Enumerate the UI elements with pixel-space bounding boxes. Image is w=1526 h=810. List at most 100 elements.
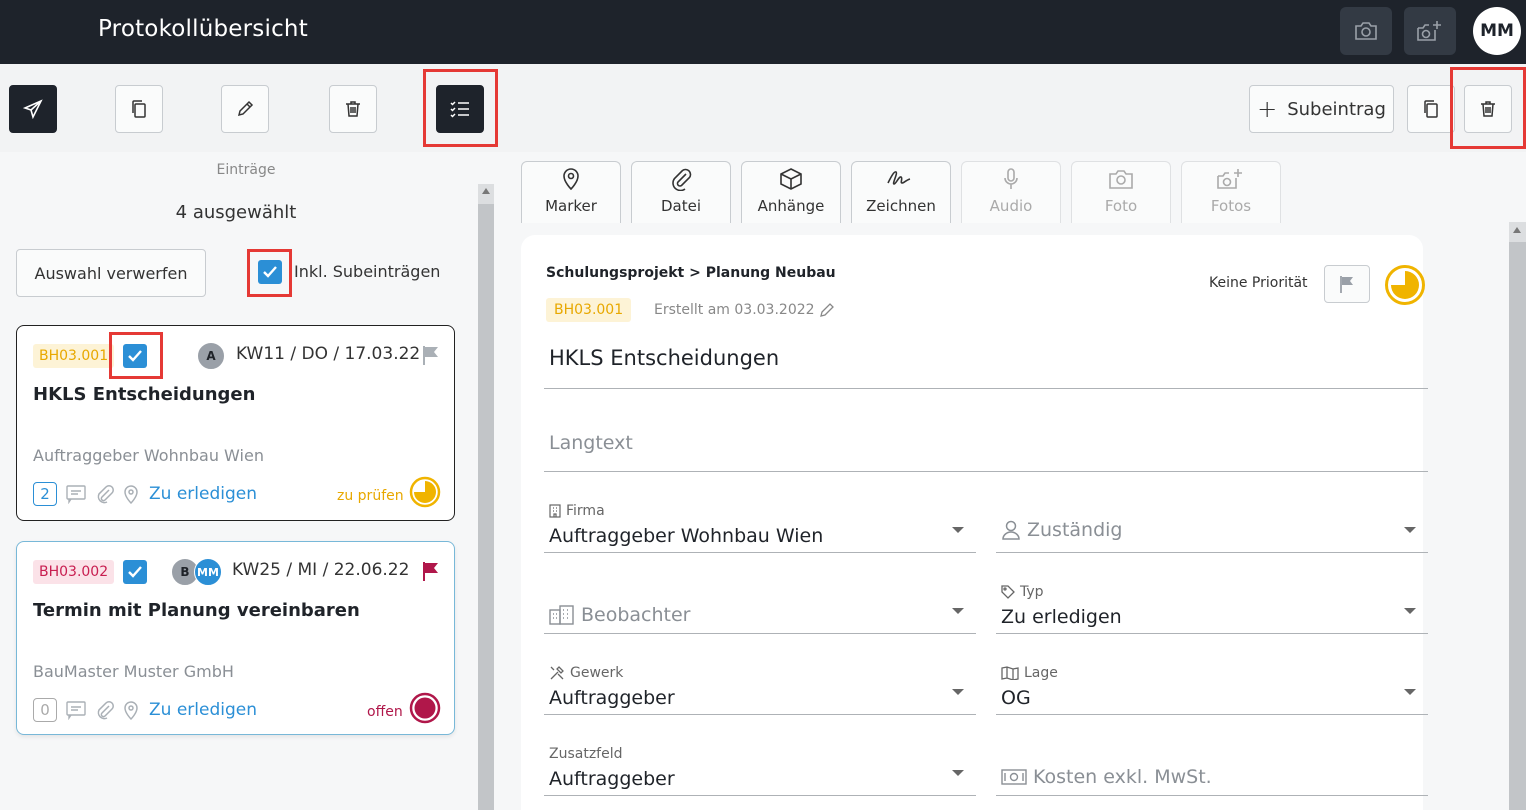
typ-label: Typ bbox=[1001, 584, 1044, 600]
add-sub-entry-label: Subeintrag bbox=[1287, 98, 1386, 120]
building-icon bbox=[549, 504, 561, 518]
entry-id-badge: BH03.001 bbox=[33, 344, 115, 368]
entry-title: HKLS Entscheidungen bbox=[33, 384, 256, 405]
longtext-input[interactable]: Langtext bbox=[544, 432, 1428, 472]
kosten-placeholder: Kosten exkl. MwSt. bbox=[1001, 766, 1212, 788]
entry-date: KW25 / MI / 22.06.22 bbox=[232, 560, 410, 580]
camera-icon bbox=[1355, 22, 1377, 40]
chevron-down-icon bbox=[952, 527, 964, 533]
entry-footer: 0 Zu erledigen bbox=[33, 698, 257, 722]
include-sub-checkbox[interactable] bbox=[258, 260, 282, 284]
copy-icon bbox=[1424, 100, 1438, 118]
check-icon bbox=[128, 566, 142, 578]
camera-plus-icon bbox=[1417, 21, 1441, 41]
flag-icon bbox=[423, 562, 438, 581]
zustaendig-select[interactable]: Zuständig bbox=[996, 497, 1428, 553]
camera-plus-icon bbox=[1217, 169, 1242, 189]
tab-marker[interactable]: Marker bbox=[521, 161, 621, 223]
entry-list-panel: Einträge 4 ausgewählt Auswahl verwerfen … bbox=[0, 152, 478, 810]
send-icon bbox=[23, 99, 43, 119]
selected-count: 4 ausgewählt bbox=[175, 202, 297, 223]
tab-label: Marker bbox=[545, 197, 597, 215]
marker-icon bbox=[124, 485, 138, 504]
pencil-icon bbox=[237, 100, 254, 117]
lage-select[interactable]: Lage OG bbox=[996, 659, 1428, 715]
zusatzfeld-value: Auftraggeber bbox=[549, 768, 675, 790]
copy-detail-button[interactable] bbox=[1407, 85, 1455, 133]
copy-button[interactable] bbox=[115, 85, 163, 133]
entry-company: BauMaster Muster GmbH bbox=[33, 662, 234, 681]
entry-select-checkbox[interactable] bbox=[123, 560, 147, 584]
trash-icon bbox=[1481, 101, 1495, 117]
breadcrumb: Schulungsprojekt > Planung Neubau bbox=[546, 265, 836, 281]
paperclip-icon bbox=[672, 168, 692, 191]
scroll-up-arrow[interactable] bbox=[1513, 227, 1521, 233]
camera-icon bbox=[1109, 170, 1133, 189]
camera-button[interactable] bbox=[1340, 7, 1392, 55]
gewerk-label: Gewerk bbox=[549, 665, 623, 681]
entry-select-checkbox[interactable] bbox=[123, 344, 147, 368]
entry-type-link[interactable]: Zu erledigen bbox=[149, 484, 257, 504]
created-label: Erstellt am 03.03.2022 bbox=[654, 302, 815, 318]
typ-select[interactable]: Typ Zu erledigen bbox=[996, 578, 1428, 634]
detail-scrollbar[interactable] bbox=[1509, 222, 1526, 810]
edit-button[interactable] bbox=[221, 85, 269, 133]
tab-label: Audio bbox=[989, 197, 1033, 215]
kosten-input[interactable]: Kosten exkl. MwSt. bbox=[996, 740, 1428, 796]
page-title: Protokollübersicht bbox=[98, 16, 308, 42]
firma-label: Firma bbox=[549, 503, 605, 519]
buildings-icon bbox=[549, 605, 574, 625]
checklist-icon bbox=[450, 101, 469, 118]
delete-detail-button[interactable] bbox=[1464, 85, 1512, 133]
avatar: MM bbox=[194, 558, 222, 586]
money-icon bbox=[1001, 769, 1027, 785]
plus-icon: + bbox=[1257, 95, 1278, 123]
tab-fotos[interactable]: Fotos bbox=[1181, 161, 1281, 223]
status-pending-icon[interactable] bbox=[1384, 264, 1426, 306]
scroll-up-arrow[interactable] bbox=[482, 188, 490, 194]
tab-audio[interactable]: Audio bbox=[961, 161, 1061, 223]
delete-button[interactable] bbox=[329, 85, 377, 133]
tab-anhaenge[interactable]: Anhänge bbox=[741, 161, 841, 223]
entry-card[interactable]: BH03.001 A KW11 / DO / 17.03.22 HKLS Ent… bbox=[16, 325, 455, 521]
typ-value: Zu erledigen bbox=[1001, 606, 1122, 628]
created-date[interactable]: Erstellt am 03.03.2022 bbox=[654, 302, 835, 318]
sub-count: 0 bbox=[33, 698, 57, 722]
multi-select-button[interactable] bbox=[436, 85, 484, 133]
title-input[interactable]: HKLS Entscheidungen bbox=[544, 346, 1428, 389]
add-sub-entry-button[interactable]: + Subeintrag bbox=[1249, 85, 1394, 133]
entry-footer: 2 Zu erledigen bbox=[33, 482, 257, 506]
status-open-icon bbox=[409, 692, 441, 724]
send-button[interactable] bbox=[9, 85, 57, 133]
lage-value: OG bbox=[1001, 687, 1031, 709]
gewerk-value: Auftraggeber bbox=[549, 687, 675, 709]
beobachter-select[interactable]: Beobachter bbox=[544, 578, 976, 634]
flag-icon bbox=[423, 346, 438, 365]
priority-flag-button[interactable] bbox=[1324, 265, 1370, 303]
entry-card[interactable]: BH03.002 B MM KW25 / MI / 22.06.22 Termi… bbox=[16, 541, 455, 735]
lage-label: Lage bbox=[1001, 665, 1058, 681]
tab-zeichnen[interactable]: Zeichnen bbox=[851, 161, 951, 223]
user-avatar[interactable]: MM bbox=[1473, 7, 1521, 55]
gewerk-select[interactable]: Gewerk Auftraggeber bbox=[544, 659, 976, 715]
avatar: A bbox=[197, 342, 225, 370]
trash-icon bbox=[346, 101, 360, 117]
tab-foto[interactable]: Foto bbox=[1071, 161, 1171, 223]
zusatzfeld-select[interactable]: Zusatzfeld Auftraggeber bbox=[544, 740, 976, 796]
camera-multi-button[interactable] bbox=[1404, 7, 1456, 55]
zustaendig-placeholder: Zuständig bbox=[1001, 519, 1123, 541]
entry-date: KW11 / DO / 17.03.22 bbox=[236, 344, 421, 364]
firma-select[interactable]: Firma Auftraggeber Wohnbau Wien bbox=[544, 497, 976, 553]
scroll-thumb[interactable] bbox=[1509, 242, 1526, 810]
scroll-thumb[interactable] bbox=[478, 204, 494, 810]
tab-datei[interactable]: Datei bbox=[631, 161, 731, 223]
discard-selection-button[interactable]: Auswahl verwerfen bbox=[16, 249, 206, 297]
tab-label: Zeichnen bbox=[866, 197, 936, 215]
entry-type-link[interactable]: Zu erledigen bbox=[149, 700, 257, 720]
firma-value: Auftraggeber Wohnbau Wien bbox=[549, 525, 824, 547]
list-scrollbar[interactable] bbox=[478, 184, 494, 810]
person-icon bbox=[1002, 520, 1020, 540]
marker-icon bbox=[124, 701, 138, 720]
tag-icon bbox=[1001, 585, 1015, 599]
flag-icon bbox=[1340, 276, 1353, 293]
